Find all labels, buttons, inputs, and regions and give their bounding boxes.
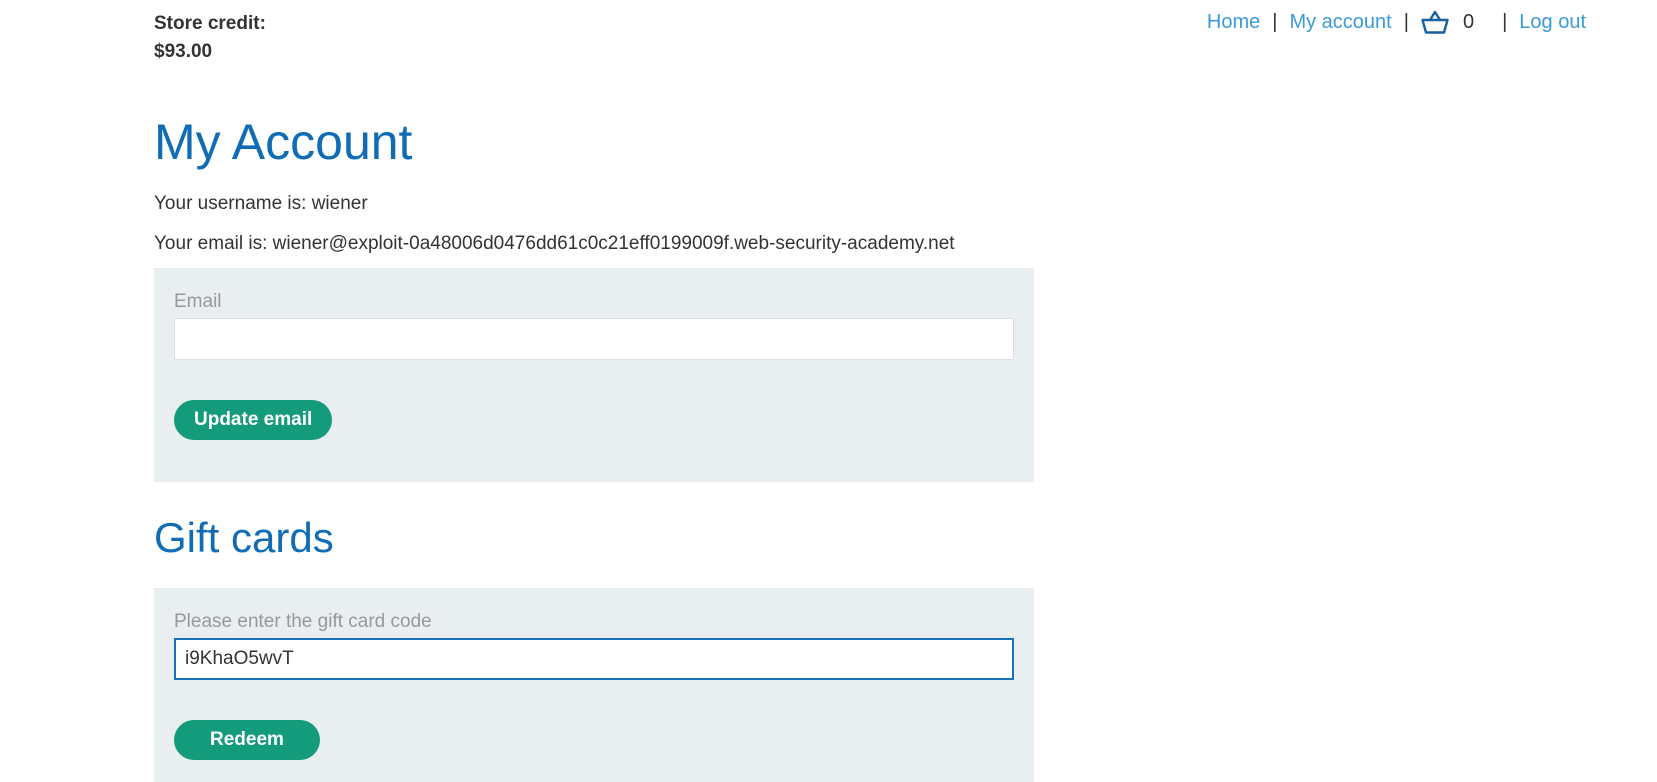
store-credit: Store credit: $93.00: [154, 10, 266, 66]
store-credit-amount: $93.00: [154, 41, 213, 62]
email-field[interactable]: [174, 318, 1014, 360]
page: Store credit: $93.00 Home | My account |…: [0, 0, 1657, 782]
gift-card-field-label: Please enter the gift card code: [174, 611, 432, 632]
email-text: Your email is: wiener@exploit-0a48006d04…: [154, 233, 955, 254]
gift-cards-title: Gift cards: [154, 514, 334, 561]
nav-separator: |: [1272, 11, 1278, 33]
nav-separator: |: [1403, 11, 1409, 33]
shopping-basket-icon: [1421, 10, 1449, 34]
username-text: Your username is: wiener: [154, 193, 368, 214]
change-email-form: Email Update email: [154, 268, 1034, 482]
gift-card-code-input[interactable]: [174, 638, 1014, 680]
cart-count: 0: [1462, 11, 1475, 33]
redeem-button[interactable]: Redeem: [174, 720, 320, 760]
top-nav: Home | My account | 0 | Log out: [1207, 8, 1586, 36]
log-out-link[interactable]: Log out: [1519, 8, 1586, 36]
gift-card-form: Please enter the gift card code Redeem: [154, 588, 1034, 782]
cart-link[interactable]: 0: [1421, 8, 1490, 36]
main-content: My Account Your username is: wiener Your…: [154, 104, 1034, 782]
update-email-button[interactable]: Update email: [174, 400, 333, 440]
my-account-link[interactable]: My account: [1289, 8, 1391, 36]
email-field-label: Email: [174, 291, 222, 312]
store-credit-label: Store credit:: [154, 13, 266, 34]
nav-separator: |: [1502, 11, 1508, 33]
home-link[interactable]: Home: [1207, 8, 1260, 36]
page-title: My Account: [154, 114, 413, 170]
